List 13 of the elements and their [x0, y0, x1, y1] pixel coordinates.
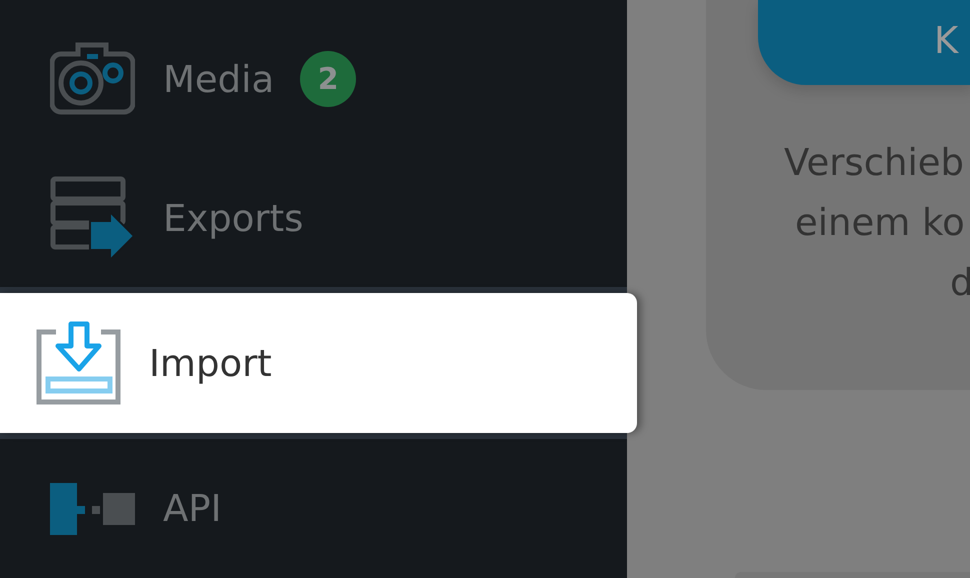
- count-badge: 2: [300, 51, 356, 108]
- download-tray-icon: [36, 321, 121, 406]
- export-icon: [50, 176, 135, 260]
- action-button[interactable]: K: [758, 0, 970, 85]
- sidebar-item[interactable]: API: [0, 439, 627, 578]
- description-text: d: [949, 260, 970, 306]
- camera-icon: [50, 42, 135, 116]
- sidebar-item[interactable]: Exports: [0, 148, 627, 288]
- sidebar-item[interactable]: Import: [0, 293, 637, 434]
- sidebar-item[interactable]: Media 2: [0, 10, 627, 149]
- description-text: einem ko: [794, 200, 966, 246]
- api-blocks-icon: [50, 482, 135, 535]
- description-text: Verschieb: [783, 140, 966, 186]
